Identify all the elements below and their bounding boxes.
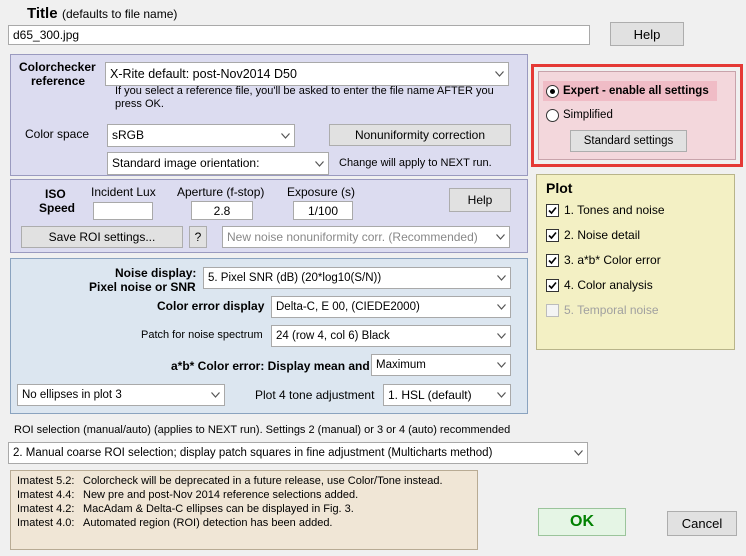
color-space-label: Color space [25, 127, 90, 141]
patch-value: 24 (row 4, col 6) Black [276, 330, 390, 342]
chevron-down-icon [491, 227, 509, 247]
plot4-select[interactable]: 1. HSL (default) [383, 384, 511, 406]
title-label: Title [27, 5, 58, 22]
version-note-row: Imatest 4.0: Automated region (ROI) detec… [17, 517, 333, 529]
ellipses-value: No ellipses in plot 3 [22, 389, 122, 401]
reference-select-value: X-Rite default: post-Nov2014 D50 [110, 67, 297, 81]
plot-checkbox-2[interactable] [546, 229, 559, 242]
expert-radio[interactable] [546, 85, 559, 98]
incident-lux-label: Incident Lux [91, 185, 156, 199]
orientation-select[interactable]: Standard image orientation: [107, 152, 329, 175]
version-note-text: Automated region (ROI) detection has bee… [83, 517, 333, 529]
cancel-button[interactable]: Cancel [667, 511, 737, 536]
version-note-version: Imatest 5.2: [17, 475, 75, 487]
chevron-down-icon [492, 355, 510, 375]
chevron-down-icon [490, 63, 508, 85]
plot4-label: Plot 4 tone adjustment [255, 388, 375, 402]
roi-label: ROI selection (manual/auto) (applies to … [14, 424, 511, 436]
version-note-text: MacAdam & Delta-C ellipses can be displa… [83, 503, 354, 515]
exposure-label: Exposure (s) [287, 185, 356, 199]
question-button[interactable]: ? [189, 226, 207, 248]
plot-title: Plot [546, 180, 573, 196]
plot-item-label[interactable]: 2. Noise detail [564, 228, 640, 242]
iso-label-2: Speed [39, 201, 76, 215]
exposure-input[interactable]: 1/100 [293, 201, 353, 220]
mode-panel: Expert - enable all settings Simplified … [538, 71, 736, 160]
patch-label: Patch for noise spectrum [141, 329, 263, 341]
version-notes-panel: Imatest 5.2: Colorcheck will be deprecate… [10, 470, 478, 550]
chevron-down-icon [310, 153, 328, 174]
version-note-text: New pre and post-Nov 2014 reference sele… [83, 489, 359, 501]
title-input[interactable]: d65_300.jpg [8, 25, 590, 45]
standard-settings-button[interactable]: Standard settings [570, 130, 687, 152]
plot-checkbox-4[interactable] [546, 279, 559, 292]
plot-item-label: 5. Temporal noise [564, 303, 659, 317]
version-note-text: Colorcheck will be deprecated in a futur… [83, 475, 443, 487]
color-error-value: Delta-C, E 00, (CIEDE2000) [276, 301, 420, 313]
chevron-down-icon [492, 297, 510, 317]
orientation-note: Change will apply to NEXT run. [339, 157, 492, 169]
plot-checkbox-5 [546, 304, 559, 317]
simplified-radio[interactable] [546, 109, 559, 122]
aperture-label: Aperture (f-stop) [177, 185, 265, 199]
roi-select[interactable]: 2. Manual coarse ROI selection; display … [8, 442, 588, 464]
patch-select[interactable]: 24 (row 4, col 6) Black [271, 325, 511, 347]
color-space-select[interactable]: sRGB [107, 124, 295, 147]
colorchecker-label-2: reference [31, 74, 86, 88]
orientation-value: Standard image orientation: [112, 156, 260, 170]
noise-display-label-1: Noise display: [115, 266, 197, 280]
noise-display-label-2: Pixel noise or SNR [89, 280, 196, 294]
reference-note-2: press OK. [115, 98, 164, 110]
color-error-label: Color error display [157, 299, 265, 313]
chevron-down-icon [492, 385, 510, 405]
ellipses-select[interactable]: No ellipses in plot 3 [17, 384, 225, 406]
noise-corr-select[interactable]: New noise nonuniformity corr. (Recommend… [222, 226, 510, 248]
color-error-select[interactable]: Delta-C, E 00, (CIEDE2000) [271, 296, 511, 318]
title-hint: (defaults to file name) [62, 7, 178, 21]
noise-display-select[interactable]: 5. Pixel SNR (dB) (20*log10(S/N)) [203, 267, 511, 289]
version-note-version: Imatest 4.4: [17, 489, 75, 501]
nonuniformity-correction-button[interactable]: Nonuniformity correction [329, 124, 511, 146]
expert-label[interactable]: Expert - enable all settings [563, 85, 709, 97]
plot-item-label[interactable]: 1. Tones and noise [564, 203, 665, 217]
noise-display-value: 5. Pixel SNR (dB) (20*log10(S/N)) [208, 272, 382, 284]
roi-value: 2. Manual coarse ROI selection; display … [13, 447, 493, 459]
plot-panel: Plot 1. Tones and noise 2. Noise detail … [536, 174, 735, 350]
chevron-down-icon [206, 385, 224, 405]
reference-note-1: If you select a reference file, you'll b… [115, 85, 494, 97]
version-note-row: Imatest 4.4: New pre and post-Nov 2014 re… [17, 489, 358, 501]
ab-color-error-label: a*b* Color error: Display mean and [171, 359, 370, 373]
ab-color-error-value: Maximum [376, 359, 426, 371]
save-roi-settings-button[interactable]: Save ROI settings... [21, 226, 183, 248]
plot4-value: 1. HSL (default) [388, 388, 472, 402]
chevron-down-icon [276, 125, 294, 146]
chevron-down-icon [492, 326, 510, 346]
radio-dot [550, 89, 555, 94]
iso-panel: ISO Speed Incident Lux Aperture (f-stop)… [10, 179, 528, 253]
ok-button[interactable]: OK [538, 508, 626, 536]
colorchecker-label-1: Colorchecker [19, 60, 96, 74]
noise-panel: Noise display: Pixel noise or SNR 5. Pix… [10, 258, 528, 414]
version-note-row: Imatest 5.2: Colorcheck will be deprecate… [17, 475, 443, 487]
incident-lux-input[interactable] [93, 202, 153, 220]
colorchecker-panel: Colorchecker reference X-Rite default: p… [10, 54, 528, 176]
version-note-version: Imatest 4.0: [17, 517, 75, 529]
iso-label-1: ISO [45, 187, 66, 201]
ab-color-error-select[interactable]: Maximum [371, 354, 511, 376]
reference-select[interactable]: X-Rite default: post-Nov2014 D50 [105, 62, 509, 86]
simplified-label[interactable]: Simplified [563, 109, 613, 121]
version-note-version: Imatest 4.2: [17, 503, 75, 515]
color-space-value: sRGB [112, 128, 145, 142]
plot-checkbox-3[interactable] [546, 254, 559, 267]
plot-item-label[interactable]: 4. Color analysis [564, 278, 653, 292]
chevron-down-icon [569, 443, 587, 463]
version-note-row: Imatest 4.2: MacAdam & Delta-C ellipses c… [17, 503, 354, 515]
title-help-button[interactable]: Help [610, 22, 684, 46]
noise-corr-value: New noise nonuniformity corr. (Recommend… [227, 230, 478, 244]
plot-item-label[interactable]: 3. a*b* Color error [564, 253, 661, 267]
iso-help-button[interactable]: Help [449, 188, 511, 212]
aperture-input[interactable]: 2.8 [191, 201, 253, 220]
chevron-down-icon [492, 268, 510, 288]
plot-checkbox-1[interactable] [546, 204, 559, 217]
